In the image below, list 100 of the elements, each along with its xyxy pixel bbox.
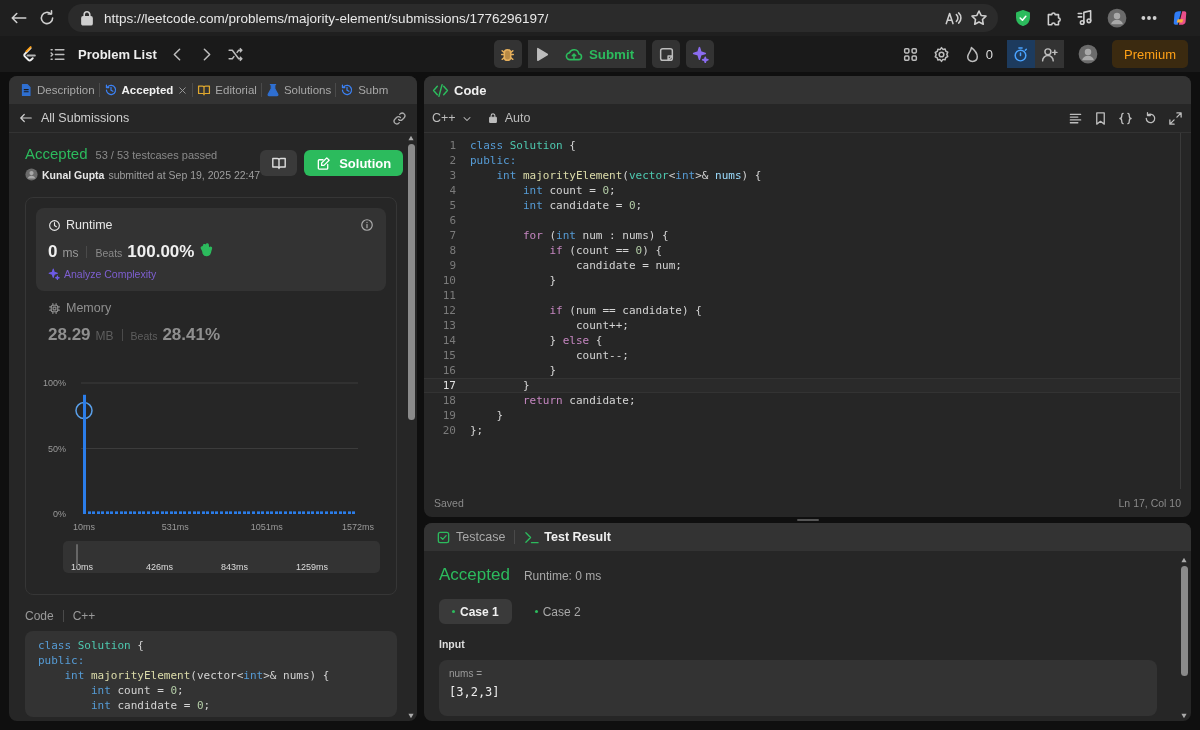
scroll-down-icon[interactable]	[1180, 713, 1188, 719]
status-text: Accepted	[439, 565, 510, 585]
close-icon[interactable]	[177, 84, 189, 96]
assistant-button[interactable]	[686, 40, 715, 68]
notebook-button[interactable]	[260, 150, 298, 176]
line-number: 10	[441, 274, 456, 287]
metric-title: Memory	[66, 301, 112, 315]
music-icon[interactable]	[1076, 9, 1094, 27]
resize-handle[interactable]	[796, 519, 819, 521]
timer-button[interactable]	[1007, 40, 1035, 68]
premium-button[interactable]: Premium	[1112, 40, 1188, 68]
tab[interactable]: Editorial	[193, 76, 261, 104]
book-icon	[270, 155, 287, 171]
problem-list-link[interactable]: Problem List	[78, 46, 157, 62]
layout-icon[interactable]	[901, 45, 919, 63]
code-line: public:	[38, 653, 86, 668]
axis-label: 1259ms	[296, 561, 330, 573]
testcases-text: 53 / 53 testcases passed	[95, 149, 218, 161]
logo-icon[interactable]	[20, 45, 37, 63]
avatar-marker[interactable]	[75, 401, 93, 420]
code-line: class Solution {	[470, 138, 576, 153]
document-icon	[19, 83, 33, 97]
debug-button[interactable]	[493, 40, 522, 68]
bookmark-icon[interactable]	[1093, 110, 1108, 126]
avatar-icon[interactable]	[1078, 44, 1098, 64]
tab[interactable]: Solutions	[261, 76, 336, 104]
code-line: if (count == 0) {	[548, 243, 663, 258]
range-selector[interactable]: 10ms 426ms 843ms 1259ms	[63, 541, 380, 573]
all-submissions-link[interactable]: All Submissions	[41, 111, 384, 125]
mode-label: Auto	[504, 111, 531, 125]
code-line: class Solution {	[38, 638, 145, 653]
axis-label: 50%	[48, 443, 66, 454]
code-line: }	[548, 273, 557, 288]
axis-label: 1572ms	[342, 522, 374, 532]
lock-icon[interactable]	[78, 9, 96, 27]
beats-label: Beats	[130, 330, 158, 342]
tab[interactable]: Accepted	[99, 76, 193, 104]
tab[interactable]: Subm	[336, 76, 393, 104]
line-number: 16	[441, 364, 456, 377]
shuffle-icon[interactable]	[226, 45, 244, 63]
note-icon	[657, 45, 675, 63]
code-line: }	[521, 378, 530, 393]
star-icon[interactable]	[970, 9, 988, 27]
input-label: Input	[439, 638, 466, 650]
runtime-text: Runtime: 0 ms	[523, 569, 602, 583]
copilot-icon[interactable]	[1171, 9, 1189, 27]
save-status: Saved	[434, 497, 464, 509]
address-bar[interactable]: https://leetcode.com/problems/majority-element/submissions/1776296197/	[68, 4, 998, 32]
line-number: 17	[441, 379, 456, 392]
info-icon[interactable]	[360, 218, 374, 232]
braces-icon[interactable]	[1118, 110, 1133, 126]
code-line: } else {	[548, 333, 603, 348]
tab[interactable]: Testcase	[432, 529, 510, 545]
line-number: 9	[448, 259, 456, 272]
code-line: int count = 0;	[89, 683, 185, 698]
settings-icon[interactable]	[932, 45, 950, 63]
read-aloud-icon[interactable]	[944, 9, 962, 27]
timer-icon	[1012, 45, 1030, 63]
tab[interactable]: Test Result	[520, 529, 615, 545]
author-name[interactable]: Kunal Gupta	[42, 168, 105, 181]
metric-value: 0	[48, 242, 58, 262]
sparkle-icon	[48, 268, 60, 280]
link-icon[interactable]	[392, 110, 407, 126]
expand-icon[interactable]	[1168, 110, 1183, 126]
axis-label: 1051ms	[250, 522, 283, 532]
flask-icon	[265, 83, 280, 97]
streak-count: 0	[985, 46, 993, 62]
metric-value: 28.29	[48, 325, 91, 345]
range-handle[interactable]	[76, 544, 78, 566]
case-tab[interactable]: Case 1	[439, 599, 512, 624]
back-icon[interactable]	[19, 111, 33, 125]
axis-label: 10ms	[73, 522, 95, 532]
beats-label: Beats	[95, 247, 123, 259]
axis-label: 100%	[42, 378, 66, 388]
history-icon	[103, 83, 118, 97]
axis-label: 0%	[53, 509, 66, 519]
metric-card[interactable]: Runtime 0 ms Beats 100.00% Analyze Complexity	[36, 208, 386, 291]
reset-icon[interactable]	[1143, 110, 1158, 126]
code-line: return candidate;	[521, 393, 636, 408]
tab[interactable]: Description	[15, 76, 99, 104]
notes-button[interactable]	[652, 40, 681, 68]
lock-icon	[486, 112, 499, 124]
scroll-up-icon[interactable]	[1180, 557, 1188, 563]
line-number: 8	[448, 244, 456, 257]
puzzle-icon[interactable]	[1045, 9, 1063, 27]
parameter-name: nums =	[449, 668, 484, 679]
line-number: 20	[441, 424, 456, 437]
code-line: int candidate = 0;	[521, 198, 643, 213]
language-dropdown[interactable]: C++	[432, 111, 473, 125]
book-icon	[197, 83, 212, 97]
scroll-up-icon[interactable]	[407, 135, 415, 141]
avatar-icon[interactable]	[1107, 8, 1127, 28]
shield-icon[interactable]	[1014, 9, 1032, 27]
metric-unit: ms	[62, 246, 79, 260]
line-number: 4	[448, 184, 456, 197]
case-tab[interactable]: Case 2	[521, 599, 594, 624]
code-line: public:	[470, 153, 517, 168]
scroll-down-icon[interactable]	[407, 713, 415, 719]
reload-icon[interactable]	[38, 9, 56, 27]
line-number: 11	[441, 289, 456, 302]
